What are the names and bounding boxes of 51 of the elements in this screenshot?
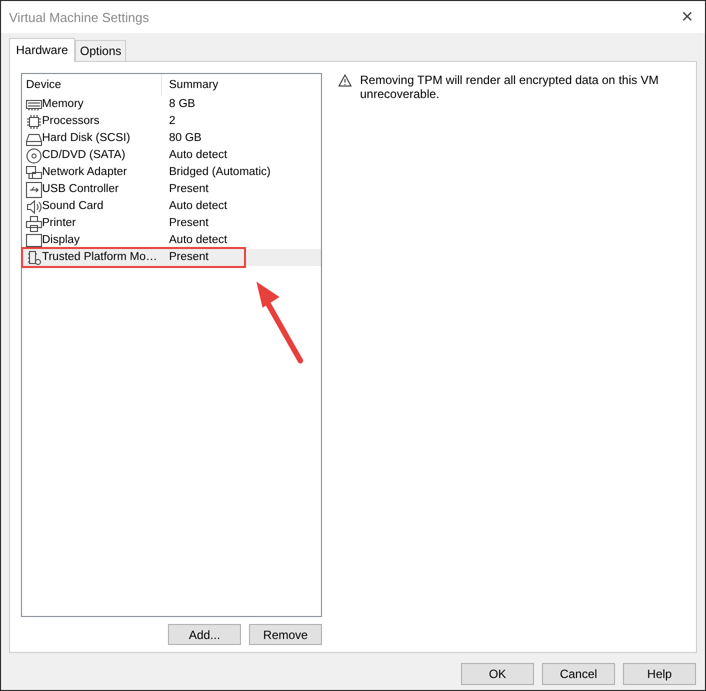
device-name: USB Controller	[42, 183, 119, 196]
device-name: Sound Card	[42, 200, 104, 213]
column-header[interactable]: Summary	[162, 74, 218, 96]
printer-icon	[26, 216, 42, 232]
device-name: Trusted Platform Mo…	[42, 251, 158, 264]
display-icon	[26, 232, 42, 248]
dialog-button[interactable]: OK	[461, 663, 534, 685]
device-row[interactable]: Processors 2	[22, 113, 321, 130]
device-name: Printer	[42, 217, 76, 230]
device-row[interactable]: Display Auto detect	[22, 232, 321, 249]
device-summary: Auto detect	[168, 200, 228, 213]
device-row[interactable]: Trusted Platform Mo… Present	[22, 249, 321, 266]
device-row[interactable]: Memory 8 GB	[22, 96, 321, 113]
device-summary: Auto detect	[168, 234, 228, 247]
device-summary: Present	[168, 251, 209, 264]
tab[interactable]: Hardware	[9, 38, 76, 62]
sound-icon	[26, 198, 42, 214]
dialog-button[interactable]: Help	[623, 663, 696, 685]
processor-icon	[26, 114, 42, 130]
window-title: Virtual Machine Settings	[9, 10, 149, 24]
device-name: Memory	[42, 98, 84, 111]
device-row[interactable]: Sound Card Auto detect	[22, 198, 321, 215]
device-row[interactable]: Network Adapter Bridged (Automatic)	[22, 164, 321, 181]
device-row[interactable]: CD/DVD (SATA) Auto detect	[22, 147, 321, 164]
device-row[interactable]: USB Controller Present	[22, 181, 321, 198]
tpm-icon	[26, 250, 42, 266]
device-summary: Present	[168, 217, 209, 230]
device-row[interactable]: Printer Present	[22, 215, 321, 232]
tab[interactable]: Options	[75, 40, 126, 61]
list-button[interactable]: Add...	[168, 624, 241, 645]
device-summary: Present	[168, 183, 209, 196]
device-name: Processors	[42, 115, 100, 128]
usb-icon	[26, 182, 42, 198]
device-row[interactable]: Hard Disk (SCSI) 80 GB	[22, 130, 321, 147]
device-name: Hard Disk (SCSI)	[42, 132, 130, 145]
cd-icon	[26, 148, 42, 164]
device-name: Display	[42, 234, 80, 247]
close-button[interactable]: ×	[677, 6, 697, 28]
warning-icon	[338, 74, 352, 87]
device-summary: 80 GB	[168, 132, 202, 145]
device-summary: Auto detect	[168, 149, 228, 162]
device-summary: 8 GB	[168, 98, 196, 111]
network-icon	[26, 164, 42, 180]
device-summary: Bridged (Automatic)	[168, 166, 271, 179]
column-header[interactable]: Device	[22, 74, 162, 96]
warning-message: Removing TPM will render all encrypted data on this VM unrecoverable.	[360, 73, 660, 101]
list-button[interactable]: Remove	[249, 624, 322, 645]
device-name: CD/DVD (SATA)	[42, 149, 126, 162]
dialog-button[interactable]: Cancel	[542, 663, 615, 685]
device-summary: 2	[168, 115, 176, 128]
device-name: Network Adapter	[42, 166, 128, 179]
